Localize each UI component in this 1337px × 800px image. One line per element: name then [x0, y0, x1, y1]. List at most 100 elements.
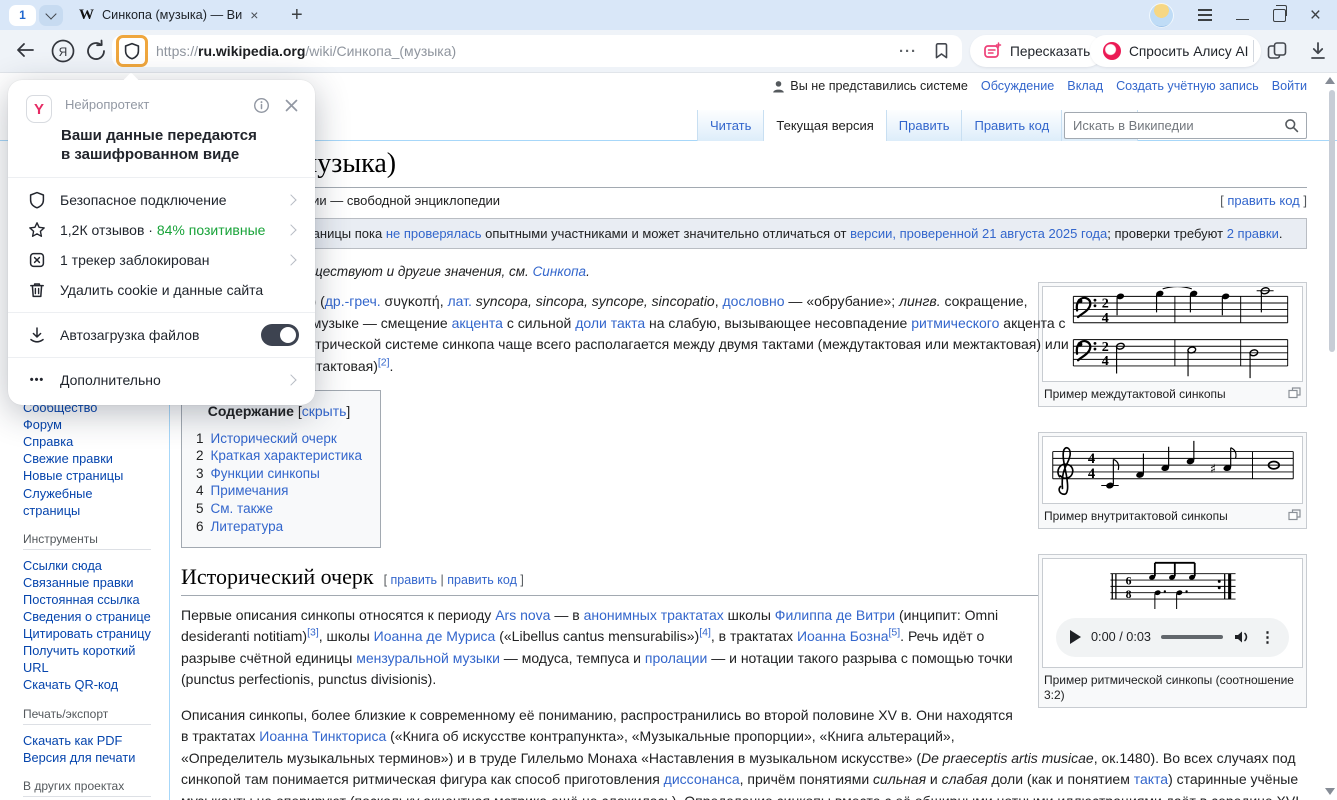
wiki-search: [1064, 112, 1307, 139]
tab-edit[interactable]: Править: [886, 110, 962, 141]
toc-item[interactable]: 4Примечания: [196, 482, 362, 500]
close-tab-icon[interactable]: ×: [250, 8, 258, 22]
sidebar-item-recent-changes[interactable]: Свежие правки: [23, 450, 151, 467]
downloads-icon[interactable]: [1308, 40, 1328, 62]
retell-icon: [983, 42, 1002, 61]
close-window-button[interactable]: ×: [1310, 6, 1321, 25]
back-icon[interactable]: [14, 38, 36, 62]
scroll-down-arrow[interactable]: [1325, 788, 1335, 795]
sidebar-item-short-url[interactable]: Получить короткий URL: [23, 642, 151, 676]
popup-row-secure-connection[interactable]: Безопасное подключение: [8, 185, 315, 215]
shield-icon: [123, 42, 141, 60]
toc-item[interactable]: 3Функции синкопы: [196, 465, 362, 483]
audio-player[interactable]: 0:00 / 0:03 ⋮: [1056, 618, 1289, 657]
figure-rhythmic-syncope[interactable]: 6 8: [1038, 554, 1307, 708]
star-icon: [28, 221, 46, 239]
protect-heading: Ваши данные передаются в зашифрованном в…: [61, 126, 295, 164]
hatnote: У этого термина существуют и другие знач…: [181, 261, 1307, 283]
scroll-up-arrow[interactable]: [1325, 77, 1335, 84]
shield-icon: [28, 191, 46, 209]
toc-item[interactable]: 5См. также: [196, 500, 362, 518]
sidebar-item-download-pdf[interactable]: Скачать как PDF: [23, 732, 151, 749]
menu-icon[interactable]: [1198, 9, 1212, 21]
close-icon[interactable]: [284, 98, 299, 113]
window-controls: ×: [1149, 3, 1321, 28]
sidebar-item-page-info[interactable]: Сведения о странице: [23, 608, 151, 625]
figure-intratactic-syncope[interactable]: 4 4 ♯: [1038, 432, 1307, 529]
sidebar-item-help[interactable]: Справка: [23, 433, 151, 450]
contributions-link[interactable]: Вклад: [1067, 79, 1103, 93]
pending-changes-notice: Текущая версия страницы пока не проверял…: [181, 218, 1307, 249]
browser-toolbar: Я https://ru.wikipedia.org/wiki/Синкопа_…: [0, 30, 1337, 73]
protect-popup: Y Нейропротект Ваши данные передаются в …: [8, 80, 315, 405]
auto-download-toggle[interactable]: [261, 324, 299, 346]
chevron-right-icon: [285, 224, 296, 235]
player-menu-icon[interactable]: ⋮: [1260, 630, 1275, 645]
chevron-right-icon: [285, 194, 296, 205]
wiki-sidebar: Как править статьи Сообщество Форум Спра…: [0, 382, 168, 800]
tab-list-button[interactable]: [39, 5, 63, 26]
wiki-personal-bar: Вы не представились системе Обсуждение В…: [772, 79, 1307, 93]
tab-edit-source[interactable]: Править код: [961, 110, 1061, 141]
browser-tab[interactable]: W Синкопа (музыка) — Ви ×: [79, 0, 275, 30]
toc-item[interactable]: 1Исторический очерк: [196, 430, 362, 448]
toc-item[interactable]: 2Краткая характеристика: [196, 447, 362, 465]
more-actions-icon[interactable]: ···: [899, 43, 917, 60]
restore-button[interactable]: [1273, 9, 1286, 22]
info-icon[interactable]: [253, 97, 270, 114]
ask-alice-button[interactable]: Спросить Алису AI: [1090, 35, 1261, 67]
enlarge-icon[interactable]: [1288, 509, 1301, 521]
popup-row-delete-cookies[interactable]: Удалить cookie и данные сайта: [8, 275, 315, 305]
scrollbar-thumb[interactable]: [1329, 90, 1335, 352]
search-icon[interactable]: [1284, 118, 1299, 133]
sidebar-item-qr-code[interactable]: Скачать QR-код: [23, 676, 151, 693]
sidebar-item-forum[interactable]: Форум: [23, 416, 151, 433]
address-bar[interactable]: https://ru.wikipedia.org/wiki/Синкопа_(м…: [112, 35, 962, 67]
popup-row-tracker-blocked[interactable]: 1 трекер заблокирован: [8, 245, 315, 275]
sidebar-item-new-pages[interactable]: Новые страницы: [23, 467, 151, 484]
trash-icon: [28, 281, 46, 299]
section-edit-links[interactable]: [ править | править код ]: [384, 573, 524, 587]
popup-row-auto-download[interactable]: Автозагрузка файлов: [8, 320, 315, 350]
user-icon: [772, 80, 785, 93]
audio-progress-bar[interactable]: [1161, 635, 1223, 639]
tab-counter-button[interactable]: 1: [9, 5, 36, 26]
sidebar-item-cite-page[interactable]: Цитировать страницу: [23, 625, 151, 642]
login-link[interactable]: Войти: [1272, 79, 1307, 93]
sidebar-item-special-pages[interactable]: Служебные страницы: [23, 485, 151, 519]
new-tab-button[interactable]: +: [291, 5, 303, 25]
talk-link[interactable]: Обсуждение: [981, 79, 1054, 93]
sidebar-item-related-changes[interactable]: Связанные правки: [23, 574, 151, 591]
yandex-protect-logo: Y: [26, 95, 52, 123]
alice-avatar[interactable]: [1149, 3, 1174, 28]
divider: [8, 177, 315, 178]
enlarge-icon[interactable]: [1288, 387, 1301, 399]
sidebar-item-what-links-here[interactable]: Ссылки сюда: [23, 557, 151, 574]
volume-icon[interactable]: [1233, 629, 1250, 645]
popup-row-more[interactable]: ••• Дополнительно: [8, 365, 315, 395]
edit-source-link[interactable]: [ править код ]: [1220, 193, 1307, 209]
toc-item[interactable]: 6Литература: [196, 518, 362, 536]
protect-shield-highlight[interactable]: [116, 35, 148, 67]
tab-read[interactable]: Читать: [697, 110, 763, 141]
play-icon[interactable]: [1070, 630, 1081, 644]
yandex-home-icon[interactable]: Я: [50, 38, 76, 64]
search-input[interactable]: [1065, 118, 1284, 133]
create-account-link[interactable]: Создать учётную запись: [1116, 79, 1259, 93]
music-notation-image-2: 4 4 ♯: [1042, 436, 1303, 504]
tab-current-version[interactable]: Текущая версия: [763, 110, 885, 141]
audio-time: 0:00 / 0:03: [1091, 627, 1151, 649]
tracker-blocked-icon: [28, 251, 46, 269]
figure-intertactic-syncope[interactable]: 2 4 2 4: [1038, 282, 1307, 407]
sidebar-item-printable[interactable]: Версия для печати: [23, 749, 151, 766]
bookmark-icon[interactable]: [933, 42, 950, 60]
retell-label: Пересказать: [1010, 44, 1090, 59]
toc-hide-link[interactable]: [скрыть]: [298, 403, 350, 419]
sidebar-item-permanent-link[interactable]: Постоянная ссылка: [23, 591, 151, 608]
collections-icon[interactable]: [1266, 40, 1288, 62]
popup-row-reviews[interactable]: 1,2К отзывов · 84% позитивные: [8, 215, 315, 245]
chevron-right-icon: [285, 254, 296, 265]
minimize-button[interactable]: [1236, 19, 1249, 21]
refresh-icon[interactable]: [84, 38, 108, 64]
retell-button[interactable]: Пересказать: [970, 35, 1103, 67]
